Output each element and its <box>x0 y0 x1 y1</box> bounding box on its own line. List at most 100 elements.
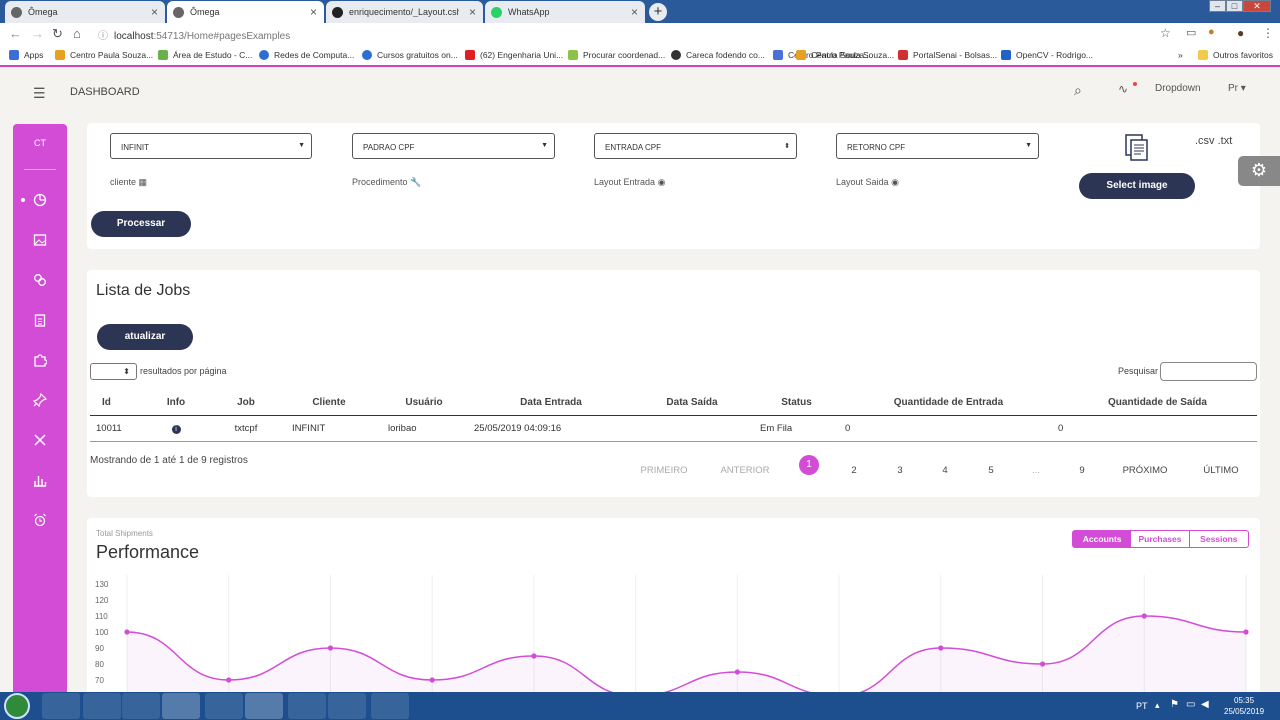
bookmark-item[interactable]: PortalSenai - Bolsas... <box>898 50 997 60</box>
cast-icon[interactable]: ▭ <box>1186 26 1196 39</box>
browser-tab[interactable]: enriquecimento/_Layout.cshtml a × <box>326 1 483 23</box>
new-tab-button[interactable]: + <box>649 3 667 21</box>
col-exit-date[interactable]: Data Saída <box>630 391 754 415</box>
reload-icon[interactable]: ↻ <box>52 26 63 42</box>
bar-chart-icon[interactable] <box>33 473 47 487</box>
browser-tab[interactable]: WhatsApp × <box>485 1 645 23</box>
menu-toggle-icon[interactable]: ☰ <box>33 85 46 102</box>
page-last[interactable]: ÚLTIMO <box>1202 465 1240 476</box>
col-info[interactable]: Info <box>142 391 210 415</box>
data-point[interactable] <box>124 629 130 635</box>
close-icon[interactable]: × <box>631 5 638 19</box>
close-icon[interactable]: × <box>310 5 317 19</box>
data-point[interactable] <box>1141 613 1147 619</box>
toggle-purchases[interactable]: Purchases <box>1131 531 1190 547</box>
chrome-icon[interactable] <box>162 693 200 719</box>
col-client[interactable]: Cliente <box>282 391 376 415</box>
col-status[interactable]: Status <box>754 391 839 415</box>
col-qty-out[interactable]: Quantidade de Saída <box>1058 391 1257 415</box>
input-layout-select[interactable]: ENTRADA CPF ⬍ <box>594 133 797 159</box>
media-player-icon[interactable] <box>122 693 160 719</box>
data-point[interactable] <box>1039 661 1046 667</box>
per-page-select[interactable]: ⬍ <box>90 363 137 380</box>
minimize-button[interactable]: – <box>1209 0 1226 12</box>
refresh-button[interactable]: atualizar <box>97 324 193 350</box>
data-point[interactable] <box>226 677 232 683</box>
search-input[interactable] <box>1160 362 1257 381</box>
start-button[interactable] <box>4 693 30 719</box>
pulse-icon[interactable]: ∿ <box>1118 82 1128 96</box>
page-4[interactable]: 4 <box>939 465 951 476</box>
bookmark-item[interactable]: Careca fodendo co... <box>671 50 765 60</box>
gear-icon[interactable]: ⚙ <box>1238 156 1280 186</box>
other-bookmarks[interactable]: Outros favoritos <box>1198 50 1273 60</box>
bookmark-item[interactable]: Área de Estudo - C... <box>158 50 252 60</box>
control-panel-icon[interactable] <box>288 693 326 719</box>
page-3[interactable]: 3 <box>894 465 906 476</box>
atom-icon[interactable] <box>33 273 47 287</box>
browser-tab-active[interactable]: Ômega × <box>167 1 324 23</box>
col-qty-in[interactable]: Quantidade de Entrada <box>839 391 1058 415</box>
alarm-clock-icon[interactable] <box>33 513 47 527</box>
data-point[interactable] <box>1243 629 1249 635</box>
close-window-button[interactable]: ✕ <box>1243 0 1271 12</box>
bookmark-item[interactable]: Procurar coordenad... <box>568 50 665 60</box>
page-2[interactable]: 2 <box>848 465 860 476</box>
col-id[interactable]: Id <box>90 391 142 415</box>
avatar[interactable]: ● <box>1237 26 1244 40</box>
col-job[interactable]: Job <box>210 391 282 415</box>
bookmark-item[interactable]: (62) Engenharia Uni... <box>465 50 563 60</box>
table-row[interactable]: 10011 i txtcpf INFINIT loribao 25/05/201… <box>90 415 1257 441</box>
close-icon[interactable]: × <box>151 5 158 19</box>
browser-tab[interactable]: Ômega × <box>5 1 165 23</box>
terminal-icon[interactable] <box>371 693 409 719</box>
profile-menu[interactable]: Pr ▾ <box>1228 83 1246 94</box>
client-select[interactable]: INFINIT ▼ <box>110 133 312 159</box>
info-icon[interactable]: i <box>142 415 210 441</box>
tray-arrow-icon[interactable]: ▴ <box>1155 700 1160 711</box>
bookmark-item[interactable]: Cursos gratuitos on... <box>362 50 458 60</box>
maximize-button[interactable]: □ <box>1226 0 1243 12</box>
page-next[interactable]: PRÓXIMO <box>1122 465 1168 476</box>
extension-icon[interactable]: ● <box>1208 26 1215 38</box>
process-button[interactable]: Processar <box>91 211 191 237</box>
back-icon[interactable]: ← <box>9 26 22 41</box>
output-layout-select[interactable]: RETORNO CPF ▼ <box>836 133 1039 159</box>
bookmarks-more[interactable]: » <box>1178 50 1183 60</box>
data-point[interactable] <box>531 653 537 659</box>
toggle-sessions[interactable]: Sessions <box>1190 531 1248 547</box>
flag-icon[interactable]: ⚑ <box>1170 699 1179 710</box>
bookmark-item[interactable]: Centro Paula Souza... <box>796 50 894 60</box>
page-prev[interactable]: ANTERIOR <box>720 465 770 476</box>
star-icon[interactable]: ☆ <box>1160 26 1171 40</box>
close-icon[interactable]: × <box>469 5 476 19</box>
page-9[interactable]: 9 <box>1076 465 1088 476</box>
notepad-icon[interactable] <box>328 693 366 719</box>
pin-icon[interactable] <box>33 393 47 407</box>
data-point[interactable] <box>734 669 740 675</box>
image-icon[interactable] <box>33 233 47 247</box>
volume-icon[interactable]: ◀ <box>1201 699 1209 710</box>
bookmark-item[interactable]: Centro Paula Souza... <box>55 50 153 60</box>
select-image-button[interactable]: Select image <box>1079 173 1195 199</box>
ie-icon[interactable] <box>83 693 121 719</box>
home-icon[interactable]: ⌂ <box>73 26 81 41</box>
page-first[interactable]: PRIMEIRO <box>640 465 688 476</box>
explorer-icon[interactable] <box>42 693 80 719</box>
network-icon[interactable]: ▭ <box>1186 699 1195 710</box>
language-indicator[interactable]: PT <box>1136 701 1148 711</box>
tools-icon[interactable] <box>33 433 47 447</box>
toggle-accounts[interactable]: Accounts <box>1073 531 1132 547</box>
url-field[interactable]: ⓘ localhost:54713/Home#pagesExamples <box>98 27 290 42</box>
data-point[interactable] <box>327 645 334 651</box>
bookmark-item[interactable]: Redes de Computa... <box>259 50 354 60</box>
bookmark-apps[interactable]: Apps <box>9 50 43 60</box>
forward-icon[interactable]: → <box>31 26 44 41</box>
visual-studio-icon[interactable] <box>245 693 283 719</box>
powershell-icon[interactable] <box>205 693 243 719</box>
col-user[interactable]: Usuário <box>376 391 472 415</box>
dropdown-link[interactable]: Dropdown <box>1155 83 1201 94</box>
dashboard-icon[interactable] <box>33 193 47 207</box>
puzzle-icon[interactable] <box>33 353 47 367</box>
bookmark-item[interactable]: OpenCV - Rodrigo... <box>1001 50 1093 60</box>
